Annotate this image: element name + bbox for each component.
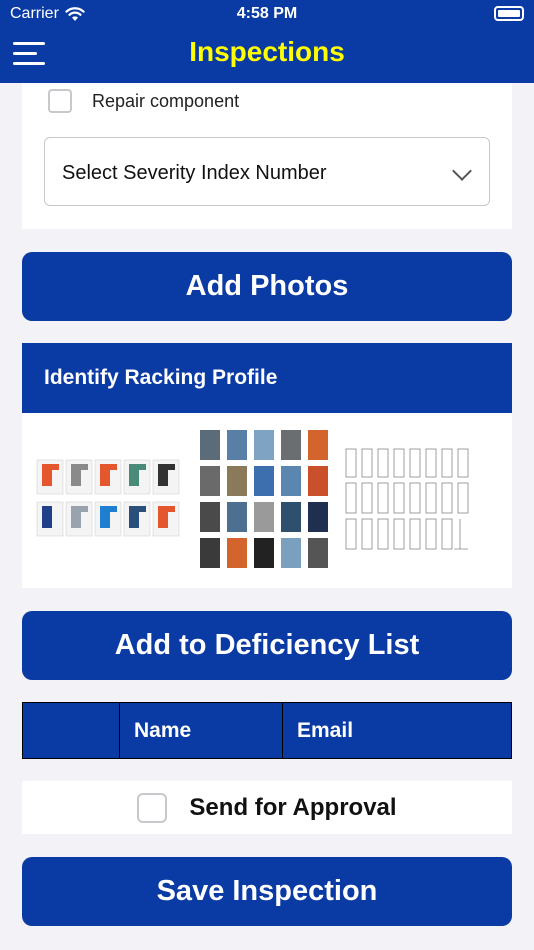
save-inspection-button[interactable]: Save Inspection xyxy=(22,857,512,926)
page-title: Inspections xyxy=(189,36,345,67)
racking-profile-colored-thumbnail[interactable] xyxy=(36,458,180,554)
chevron-down-icon xyxy=(452,161,472,181)
racking-profile-header: Identify Racking Profile xyxy=(22,343,512,413)
battery-icon xyxy=(494,6,524,21)
inspection-options-card: Repair component Select Severity Index N… xyxy=(22,83,512,229)
send-for-approval-row[interactable]: Send for Approval xyxy=(22,781,512,834)
racking-profile-title: Identify Racking Profile xyxy=(44,366,278,389)
severity-index-select[interactable]: Select Severity Index Number xyxy=(44,137,490,206)
racking-profile-gallery xyxy=(22,413,512,588)
repair-component-checkbox[interactable] xyxy=(48,89,72,113)
table-header-name: Name xyxy=(120,703,283,758)
status-time: 4:58 PM xyxy=(236,5,298,22)
racking-profile-sketch-thumbnail[interactable] xyxy=(342,445,482,555)
send-for-approval-checkbox[interactable] xyxy=(137,792,168,823)
deficiency-table-header: Name Email xyxy=(22,702,512,759)
racking-profile-grid-thumbnail[interactable] xyxy=(192,428,332,573)
add-to-deficiency-list-button[interactable]: Add to Deficiency List xyxy=(22,611,512,680)
send-for-approval-label: Send for Approval xyxy=(189,793,397,821)
table-header-email: Email xyxy=(297,718,354,742)
severity-index-value: Select Severity Index Number xyxy=(62,162,327,184)
add-photos-button[interactable]: Add Photos xyxy=(22,252,512,321)
navigation-bar: Carrier 4:58 PM Inspections xyxy=(0,0,534,83)
repair-component-row[interactable]: Repair component xyxy=(48,89,239,113)
table-header-blank xyxy=(23,703,120,758)
repair-component-label: Repair component xyxy=(92,90,240,111)
status-bar: Carrier 4:58 PM xyxy=(0,0,534,28)
